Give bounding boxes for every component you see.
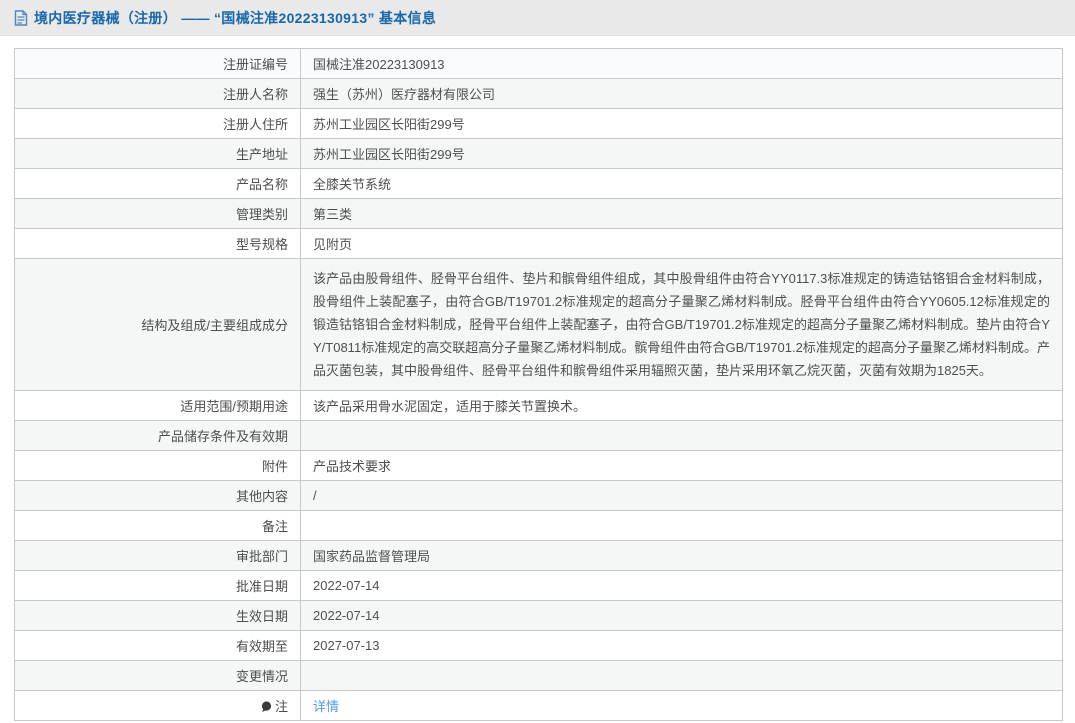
row-label: 附件 [14, 450, 301, 481]
row-value-composition: 该产品由股骨组件、胫骨平台组件、垫片和髌骨组件组成，其中股骨组件由符合YY011… [300, 258, 1063, 391]
row-label: 适用范围/预期用途 [14, 390, 301, 421]
row-value: 见附页 [300, 228, 1063, 259]
row-label: 型号规格 [14, 228, 301, 259]
table-row: 变更情况 [14, 660, 1063, 691]
row-value: 苏州工业园区长阳街299号 [300, 108, 1063, 139]
row-value-note: 详情 [300, 690, 1063, 721]
row-label-text: 注 [274, 699, 288, 714]
row-label: 管理类别 [14, 198, 301, 229]
row-label: 注册人名称 [14, 78, 301, 109]
row-label: 有效期至 [14, 630, 301, 661]
row-label: 注册人住所 [14, 108, 301, 139]
row-label: 注册证编号 [14, 48, 301, 79]
table-row: 型号规格 见附页 [14, 228, 1063, 259]
row-label: 生效日期 [14, 600, 301, 631]
row-label: 审批部门 [14, 540, 301, 571]
row-label: 变更情况 [14, 660, 301, 691]
page-title: 境内医疗器械（注册） —— “国械注准20223130913” 基本信息 [34, 9, 437, 26]
table-row: 批准日期 2022-07-14 [14, 570, 1063, 601]
table-row: 注册人名称 强生（苏州）医疗器材有限公司 [14, 78, 1063, 109]
row-value: 国械注准20223130913 [300, 48, 1063, 79]
row-value [300, 510, 1063, 541]
row-value: 全膝关节系统 [300, 168, 1063, 199]
table-row: 管理类别 第三类 [14, 198, 1063, 229]
row-value: 苏州工业园区长阳街299号 [300, 138, 1063, 169]
table-row: 备注 [14, 510, 1063, 541]
row-value [300, 660, 1063, 691]
row-value: 2027-07-13 [300, 630, 1063, 661]
table-row: 附件 产品技术要求 [14, 450, 1063, 481]
table-row: 生效日期 2022-07-14 [14, 600, 1063, 631]
row-value [300, 420, 1063, 451]
row-label: 产品名称 [14, 168, 301, 199]
table-row: 其他内容 / [14, 480, 1063, 511]
row-value: 第三类 [300, 198, 1063, 229]
table-row: 适用范围/预期用途 该产品采用骨水泥固定，适用于膝关节置换术。 [14, 390, 1063, 421]
row-label: 产品储存条件及有效期 [14, 420, 301, 451]
row-value: 2022-07-14 [300, 570, 1063, 601]
row-value: 国家药品监督管理局 [300, 540, 1063, 571]
table-row: 注册证编号 国械注准20223130913 [14, 48, 1063, 79]
table-row: 注 详情 [14, 690, 1063, 721]
table-row: 结构及组成/主要组成成分 该产品由股骨组件、胫骨平台组件、垫片和髌骨组件组成，其… [14, 258, 1063, 391]
document-icon [14, 9, 28, 26]
row-label: 备注 [14, 510, 301, 541]
row-value: 2022-07-14 [300, 600, 1063, 631]
registration-info-table: 注册证编号 国械注准20223130913 注册人名称 强生（苏州）医疗器材有限… [14, 48, 1063, 721]
row-value: 该产品采用骨水泥固定，适用于膝关节置换术。 [300, 390, 1063, 421]
row-label: 生产地址 [14, 138, 301, 169]
table-row: 产品名称 全膝关节系统 [14, 168, 1063, 199]
row-label: 结构及组成/主要组成成分 [14, 258, 301, 391]
table-row: 产品储存条件及有效期 [14, 420, 1063, 451]
table-row: 有效期至 2027-07-13 [14, 630, 1063, 661]
table-row: 注册人住所 苏州工业园区长阳街299号 [14, 108, 1063, 139]
detail-link[interactable]: 详情 [313, 699, 339, 714]
row-label: 批准日期 [14, 570, 301, 601]
speech-bubble-icon [261, 700, 272, 713]
row-value: / [300, 480, 1063, 511]
row-label-note: 注 [14, 690, 301, 721]
table-row: 审批部门 国家药品监督管理局 [14, 540, 1063, 571]
page-header: 境内医疗器械（注册） —— “国械注准20223130913” 基本信息 [0, 0, 1075, 36]
row-value: 产品技术要求 [300, 450, 1063, 481]
table-row: 生产地址 苏州工业园区长阳街299号 [14, 138, 1063, 169]
row-value: 强生（苏州）医疗器材有限公司 [300, 78, 1063, 109]
row-label: 其他内容 [14, 480, 301, 511]
